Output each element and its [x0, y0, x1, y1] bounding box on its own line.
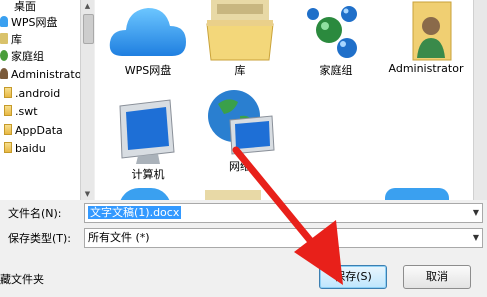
nav-item-label: WPS网盘: [11, 16, 58, 29]
folder-icon: [4, 124, 12, 135]
chevron-down-icon[interactable]: ▼: [473, 204, 479, 222]
file-content-area: WPS网盘 库 家庭组 Administrator 计算机 网络: [95, 0, 473, 200]
filename-label: 文件名(N):: [8, 207, 62, 220]
nav-item-label: 家庭组: [11, 50, 44, 63]
filename-row: 文件名(N): 文字文稿(1).docx ▼: [0, 203, 487, 225]
tile-computer[interactable]: 计算机: [103, 98, 193, 182]
user-icon: [0, 68, 8, 79]
nav-item-label: Administrator: [11, 68, 81, 81]
folder-icon: [4, 142, 12, 153]
nav-item-android[interactable]: .android: [4, 85, 60, 102]
nav-item-label: baidu: [15, 142, 46, 155]
scroll-down-arrow-icon[interactable]: ▼: [81, 188, 94, 200]
tile-homegroup[interactable]: 家庭组: [291, 0, 381, 78]
nav-item-label: 库: [11, 33, 22, 46]
filename-input[interactable]: 文字文稿(1).docx ▼: [84, 203, 483, 223]
tile-library[interactable]: 库: [195, 0, 285, 78]
folder-icon: [4, 105, 12, 116]
network-icon: [208, 90, 275, 155]
cloud-icon: [119, 188, 171, 200]
library-folder-icon: [205, 190, 261, 200]
nav-item-library[interactable]: 库: [0, 31, 22, 48]
scroll-up-arrow-icon[interactable]: ▲: [81, 0, 94, 12]
nav-item-swt[interactable]: .swt: [4, 103, 38, 120]
tile-label: 家庭组: [319, 64, 353, 77]
nav-item-administrator[interactable]: Administrator: [0, 66, 81, 83]
content-scrollbar[interactable]: [473, 0, 487, 200]
nav-item-baidu[interactable]: baidu: [4, 140, 46, 157]
tile-label: WPS网盘: [124, 64, 172, 77]
scrollbar-thumb[interactable]: [83, 14, 94, 44]
tile-wps-cloud[interactable]: WPS网盘: [103, 0, 193, 78]
tile-label: 库: [234, 64, 246, 77]
cancel-button[interactable]: 取消: [403, 265, 471, 289]
library-icon: [0, 33, 8, 44]
nav-item-desktop[interactable]: 桌面: [14, 0, 36, 15]
nav-item-label: AppData: [15, 124, 63, 137]
tile-administrator[interactable]: Administrator: [381, 0, 471, 75]
filename-value: 文字文稿(1).docx: [88, 206, 182, 219]
tile-label: 计算机: [131, 168, 165, 181]
nav-item-label: .android: [15, 87, 61, 100]
computer-icon: [119, 99, 175, 164]
homegroup-icon: [307, 6, 357, 58]
nav-item-label: .swt: [15, 105, 38, 118]
tile-network[interactable]: 网络: [195, 86, 285, 174]
chevron-down-icon[interactable]: ▼: [473, 229, 479, 247]
filetype-row: 保存类型(T): 所有文件 (*) ▼: [0, 228, 487, 250]
filetype-label: 保存类型(T):: [8, 232, 72, 245]
nav-scrollbar[interactable]: ▲ ▼: [80, 0, 94, 200]
homegroup-icon: [0, 50, 8, 61]
nav-item-appdata[interactable]: AppData: [4, 122, 63, 139]
filetype-select[interactable]: 所有文件 (*) ▼: [84, 228, 483, 248]
nav-item-homegroup[interactable]: 家庭组: [0, 48, 44, 65]
filetype-value: 所有文件 (*): [88, 231, 150, 244]
nav-item-label: 桌面: [14, 0, 36, 13]
cloud-icon: [0, 16, 8, 27]
folder-icon: [385, 188, 449, 200]
hide-folders-toggle[interactable]: 藏文件夹: [0, 271, 44, 287]
navigation-pane: 桌面 WPS网盘 库 家庭组 Administrator .android .s…: [0, 0, 81, 200]
tile-label: Administrator: [388, 62, 464, 75]
save-button[interactable]: 保存(S): [319, 265, 387, 289]
tile-label: 网络: [229, 160, 251, 173]
user-folder-icon: [412, 1, 452, 61]
library-folder-icon: [206, 0, 274, 61]
nav-item-wps-cloud[interactable]: WPS网盘: [0, 14, 58, 31]
cloud-icon: [109, 8, 186, 56]
folder-icon: [4, 87, 12, 98]
